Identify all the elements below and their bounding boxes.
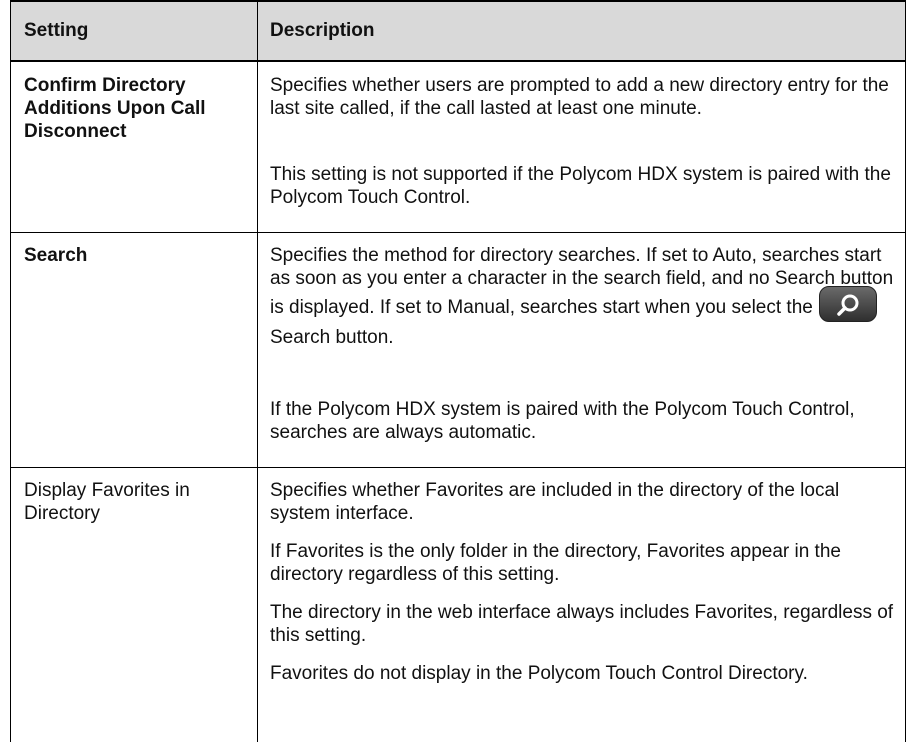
border-line: [10, 62, 11, 742]
row-setting-display-favorites: Display Favorites in Directory: [24, 480, 190, 524]
border-line: [10, 0, 11, 62]
header-setting: Setting: [24, 20, 89, 41]
border-line: [905, 62, 906, 742]
settings-table: Setting Description Confirm Directory Ad…: [10, 0, 906, 742]
row-desc-paragraph: Specifies the method for directory searc…: [270, 244, 896, 349]
row-setting-confirm-directory: Confirm Directory Additions Upon Call Di…: [24, 75, 206, 142]
row-divider: [10, 232, 906, 233]
search-button[interactable]: [818, 286, 877, 322]
border-line: [905, 0, 906, 62]
row-desc-paragraph: If the Polycom HDX system is paired with…: [270, 399, 855, 443]
header-description: Description: [270, 20, 375, 41]
row-setting-search: Search: [24, 245, 88, 266]
table-header: Setting Description: [10, 0, 906, 62]
desc-text: Specifies the method for directory searc…: [270, 245, 894, 319]
search-icon: [837, 294, 859, 316]
row-desc-paragraph: The directory in the web interface alway…: [270, 602, 894, 646]
row-divider: [10, 467, 906, 468]
row-desc-paragraph: This setting is not supported if the Pol…: [270, 164, 891, 208]
row-desc-paragraph: Specifies whether users are prompted to …: [270, 75, 889, 119]
desc-text: Search button.: [270, 327, 394, 348]
border-line: [257, 0, 258, 742]
row-desc-paragraph: Favorites do not display in the Polycom …: [270, 663, 808, 684]
row-desc-paragraph: Specifies whether Favorites are included…: [270, 480, 840, 524]
row-desc-paragraph: If Favorites is the only folder in the d…: [270, 541, 841, 585]
